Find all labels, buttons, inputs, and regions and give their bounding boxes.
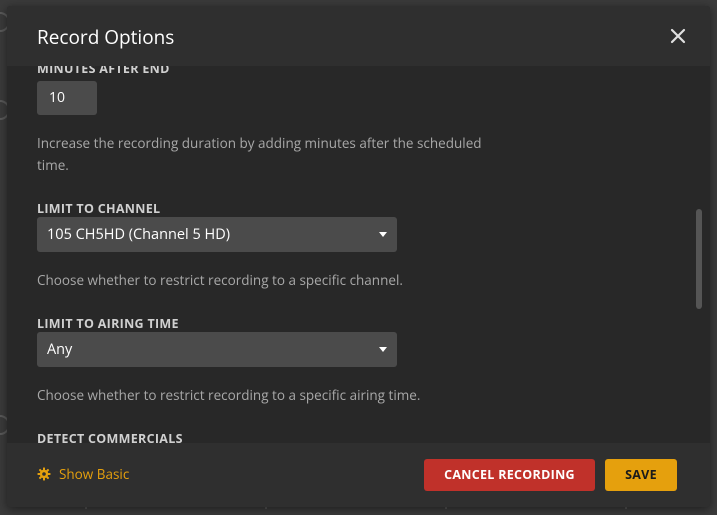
cancel-recording-button[interactable]: CANCEL RECORDING [424, 459, 595, 491]
dialog-body[interactable]: MINUTES AFTER END 10 Increase the record… [7, 66, 710, 443]
gear-icon [37, 467, 51, 485]
limit-to-airing-time-select[interactable]: Any [37, 332, 397, 367]
minutes-after-end-input[interactable]: 10 [37, 81, 97, 115]
limit-to-channel-help: Choose whether to restrict recording to … [37, 271, 403, 289]
limit-to-airing-time-value: Any [47, 340, 73, 359]
limit-to-channel-value: 105 CH5HD (Channel 5 HD) [47, 225, 230, 244]
record-options-dialog: Record Options MINUTES AFTER END 10 Incr… [7, 6, 710, 507]
close-icon[interactable] [668, 26, 688, 46]
limit-to-airing-time-label: LIMIT TO AIRING TIME [37, 315, 179, 332]
limit-to-channel-label: LIMIT TO CHANNEL [37, 200, 161, 217]
dialog-header: Record Options [7, 6, 710, 66]
detect-commercials-label: DETECT COMMERCIALS [37, 430, 183, 443]
minutes-after-end-help: Increase the recording duration by addin… [37, 134, 482, 174]
minutes-after-end-label: MINUTES AFTER END [37, 66, 170, 77]
show-basic-label: Show Basic [59, 465, 130, 483]
limit-to-airing-time-help: Choose whether to restrict recording to … [37, 386, 421, 404]
dialog-footer: Show Basic CANCEL RECORDING SAVE [7, 443, 710, 507]
dialog-title: Record Options [37, 24, 175, 50]
save-button[interactable]: SAVE [605, 459, 677, 491]
chevron-down-icon [379, 347, 387, 352]
show-basic-link[interactable]: Show Basic [37, 465, 129, 485]
limit-to-channel-select[interactable]: 105 CH5HD (Channel 5 HD) [37, 217, 397, 252]
scrollbar[interactable] [696, 209, 702, 309]
chevron-down-icon [379, 232, 387, 237]
